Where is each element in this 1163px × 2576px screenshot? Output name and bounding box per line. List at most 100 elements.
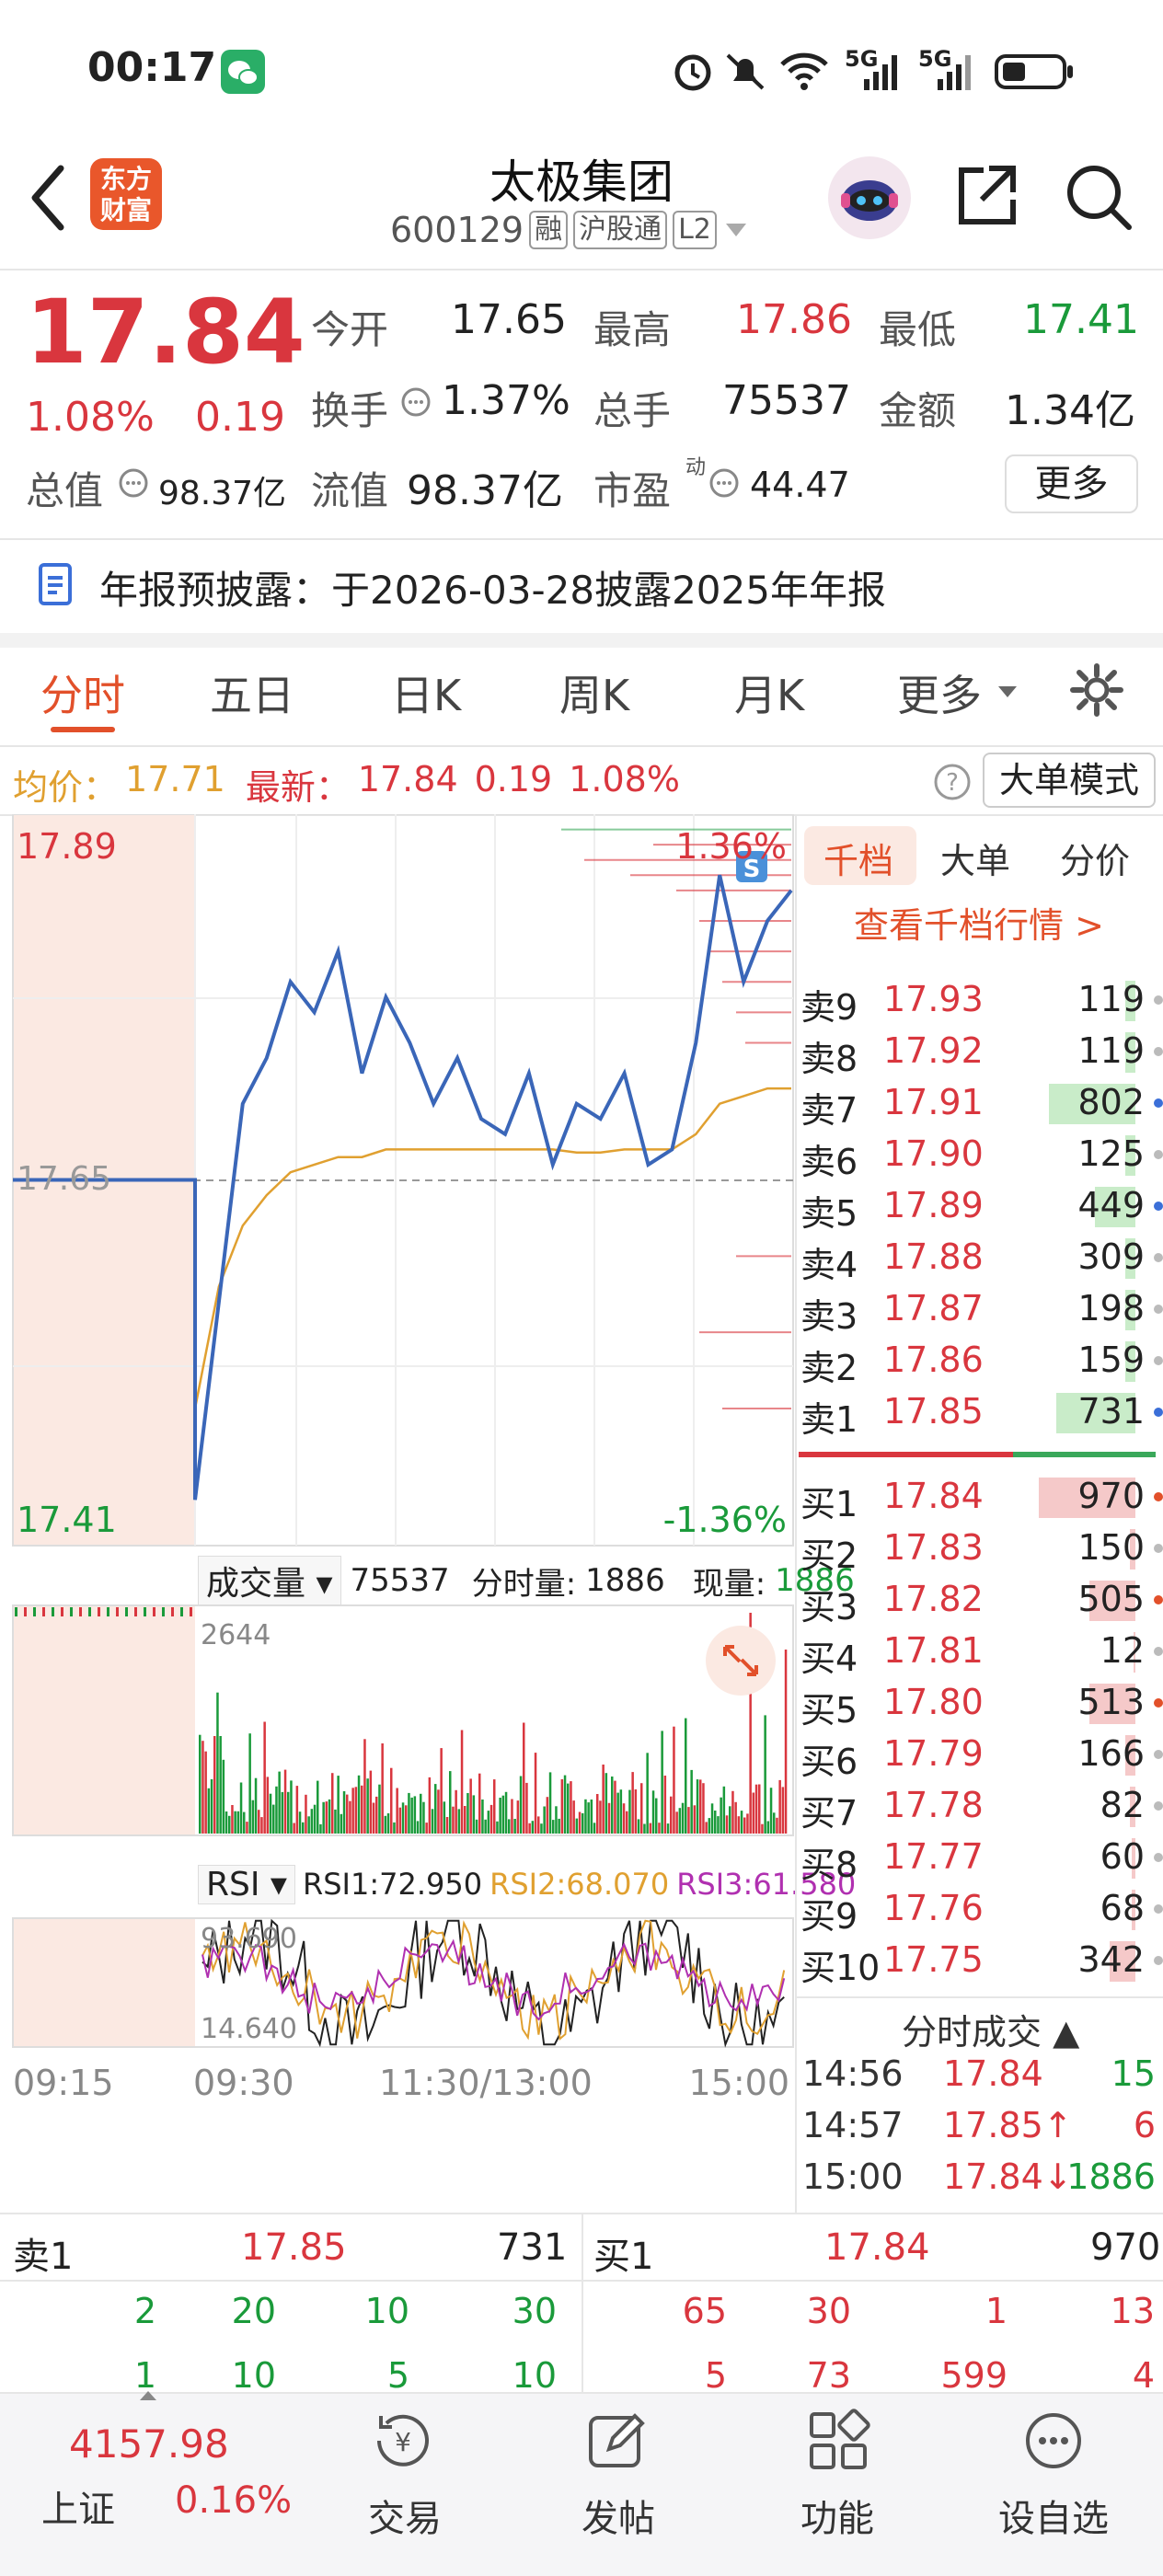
tab-monthly-k[interactable]: 月K: [734, 662, 804, 723]
bid-row[interactable]: 买7 17.78 82: [799, 1779, 1163, 1834]
view-levels-link[interactable]: 查看千档行情 >: [854, 897, 1104, 948]
info-icon[interactable]: [400, 386, 432, 421]
ask-level-label: 卖2: [800, 1348, 858, 1388]
amount-value: 1.34亿: [1005, 387, 1135, 434]
volume-bar: [643, 1823, 646, 1834]
big-order-mode-button[interactable]: 大单模式: [983, 753, 1156, 808]
ask-row[interactable]: 卖9 17.93 119: [799, 973, 1163, 1028]
mktcap-value: 98.37亿: [158, 475, 287, 512]
volume-bar: [478, 1773, 481, 1834]
bid-row[interactable]: 买6 17.79 166: [799, 1728, 1163, 1782]
ask-row[interactable]: 卖5 17.89 449: [799, 1179, 1163, 1234]
share-icon[interactable]: [952, 161, 1022, 235]
trade-price: 17.84↓: [943, 2156, 1073, 2197]
volume-bar: [390, 1767, 393, 1834]
bid-row[interactable]: 买1 17.84 970: [799, 1470, 1163, 1524]
tab-big-orders[interactable]: 大单: [940, 833, 1010, 883]
tab-thousand-levels[interactable]: 千档: [823, 833, 893, 883]
volume-bar: [631, 1772, 634, 1834]
volume-bar: [445, 1817, 449, 1834]
ask-price: 17.89: [883, 1185, 984, 1225]
bid-row[interactable]: 买2 17.83 150: [799, 1522, 1163, 1576]
status-dot: [1154, 1305, 1163, 1314]
bid-row[interactable]: 买4 17.81 12: [799, 1625, 1163, 1679]
bid-row[interactable]: 买10 17.75 342: [799, 1934, 1163, 1988]
volume-bar: [33, 1607, 36, 1616]
bid-row[interactable]: 买9 17.76 68: [799, 1882, 1163, 1937]
tab-trade[interactable]: 交易: [350, 2489, 460, 2542]
volume-bar: [501, 1795, 505, 1834]
volume-bar: [746, 1813, 749, 1834]
latest-pct: 1.08%: [569, 759, 680, 799]
ask-row[interactable]: 卖8 17.92 119: [799, 1025, 1163, 1079]
bid-row[interactable]: 买5 17.80 513: [799, 1676, 1163, 1731]
ask-row[interactable]: 卖2 17.86 159: [799, 1334, 1163, 1388]
trade-time: 15:00: [802, 2156, 904, 2197]
high-value: 17.86: [736, 296, 852, 343]
rsi-selector[interactable]: RSI ▾: [198, 1864, 295, 1904]
volume-bar: [61, 1607, 63, 1616]
post-icon[interactable]: [585, 2409, 650, 2477]
volume-bar: [354, 1787, 358, 1834]
info-icon[interactable]: [708, 467, 740, 502]
ask-row[interactable]: 卖6 17.90 125: [799, 1128, 1163, 1182]
robot-avatar-icon[interactable]: [828, 156, 911, 239]
tab-five-day[interactable]: 五日: [210, 662, 294, 723]
volume-bar: [248, 1733, 251, 1834]
vol-max-label: 2644: [201, 1619, 271, 1651]
settings-icon[interactable]: [1067, 661, 1126, 723]
more-button[interactable]: 更多: [1005, 454, 1138, 513]
queue-cell: 1: [985, 2291, 1008, 2331]
index-name[interactable]: 上证: [41, 2479, 115, 2533]
bid-volume: 12: [1100, 1630, 1145, 1671]
ask-level-label: 卖1: [800, 1399, 858, 1440]
latest-label: 最新：: [245, 767, 351, 808]
trades-header[interactable]: 分时成交 ▲: [902, 2004, 1079, 2054]
trade-icon[interactable]: ¥: [368, 2409, 438, 2477]
tab-post[interactable]: 发帖: [563, 2489, 674, 2542]
volume-bar: [349, 1800, 351, 1834]
info-icon[interactable]: [118, 467, 149, 502]
trade-time: 14:56: [802, 2053, 904, 2094]
volume-bar: [457, 1809, 461, 1834]
tab-add-watchlist[interactable]: 设自选: [989, 2489, 1118, 2542]
add-watchlist-icon[interactable]: [1021, 2409, 1086, 2477]
volume-bar: [42, 1607, 45, 1616]
ask-level-label: 卖9: [800, 987, 858, 1028]
intraday-chart[interactable]: S 17.89 1.36% 17.65 17.41 -1.36% 2644 93…: [0, 814, 797, 2213]
status-bar: 00:17 5G 5G: [0, 0, 1163, 138]
tab-weekly-k[interactable]: 周K: [559, 662, 629, 723]
last-price: 17.84: [26, 281, 305, 384]
index-pct[interactable]: 0.16%: [175, 2479, 292, 2522]
index-value[interactable]: 4157.98: [69, 2421, 229, 2467]
function-icon[interactable]: [806, 2409, 870, 2477]
ask-volume: 119: [1077, 979, 1145, 1019]
notice-text[interactable]: 年报预披露：于2026-03-28披露2025年年报: [99, 559, 886, 615]
bid-row[interactable]: 买8 17.77 60: [799, 1831, 1163, 1885]
stock-subtitle[interactable]: 600129 融 沪股通 L2: [390, 210, 750, 250]
tab-function[interactable]: 功能: [782, 2489, 892, 2542]
l2-ask-label: 卖1: [13, 2236, 74, 2278]
ask-row[interactable]: 卖3 17.87 198: [799, 1282, 1163, 1337]
volume-bar: [153, 1607, 155, 1616]
help-icon[interactable]: ?: [932, 762, 973, 806]
tab-price-split[interactable]: 分价: [1060, 833, 1130, 883]
volume-bar: [769, 1788, 773, 1834]
top-price-label: 17.89: [17, 826, 117, 867]
tab-daily-k[interactable]: 日K: [391, 662, 461, 723]
bid-row[interactable]: 买3 17.82 505: [799, 1573, 1163, 1627]
volume-bar: [548, 1772, 552, 1834]
search-icon[interactable]: [1063, 161, 1136, 238]
ask-row[interactable]: 卖4 17.88 309: [799, 1231, 1163, 1285]
dropdown-arrow-icon: [725, 224, 746, 236]
ask-row[interactable]: 卖7 17.91 802: [799, 1076, 1163, 1131]
status-dot: [1154, 1202, 1163, 1211]
volume-selector[interactable]: 成交量 ▾: [198, 1556, 341, 1605]
signal-icon: [934, 52, 980, 96]
ask-row[interactable]: 卖1 17.85 731: [799, 1386, 1163, 1440]
volume-bar: [481, 1800, 484, 1834]
trade-price: 17.84: [943, 2053, 1043, 2094]
tab-more[interactable]: 更多: [897, 662, 982, 723]
svg-text:?: ?: [946, 769, 959, 797]
tab-intraday[interactable]: 分时: [40, 662, 125, 723]
